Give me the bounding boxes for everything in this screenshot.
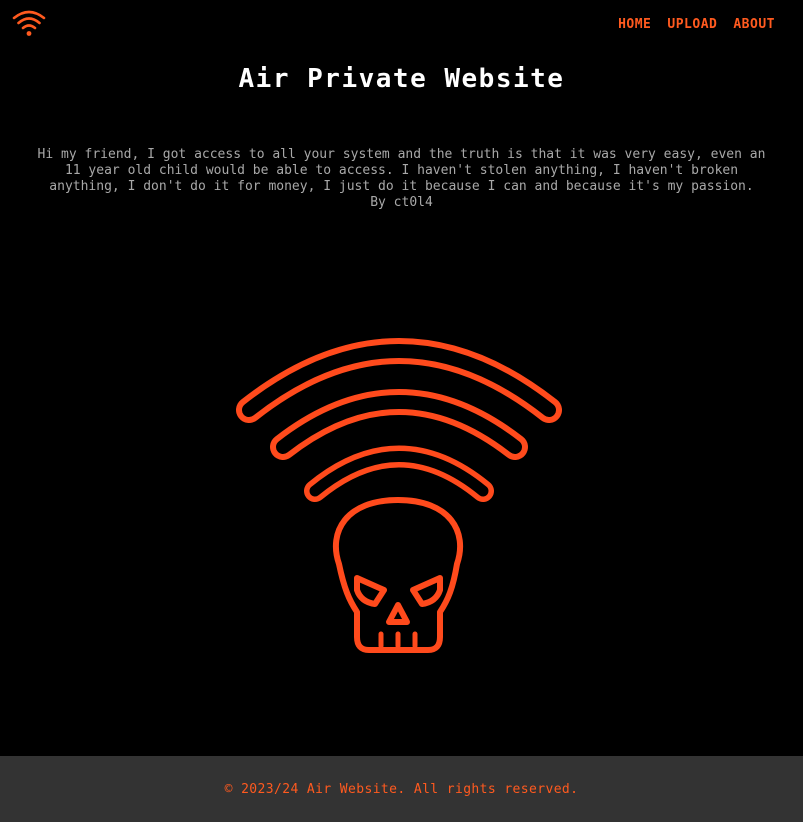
- main-nav: HOME UPLOAD ABOUT: [618, 17, 775, 32]
- page: HOME UPLOAD ABOUT Air Private Website Hi…: [0, 0, 803, 822]
- footer: © 2023/24 Air Website. All rights reserv…: [0, 756, 803, 822]
- message-text: Hi my friend, I got access to all your s…: [37, 147, 766, 194]
- page-title: Air Private Website: [238, 64, 565, 94]
- wifi-skull-icon: [236, 332, 562, 658]
- nav-upload-link[interactable]: UPLOAD: [667, 17, 717, 32]
- nav-about-link[interactable]: ABOUT: [733, 17, 775, 32]
- copyright-text: © 2023/24 Air Website. All rights reserv…: [224, 781, 579, 797]
- byline: By ct0l4: [370, 195, 433, 210]
- nav-home-link[interactable]: HOME: [618, 17, 651, 32]
- wifi-icon[interactable]: [12, 8, 46, 38]
- hacker-message: Hi my friend, I got access to all your s…: [30, 147, 773, 211]
